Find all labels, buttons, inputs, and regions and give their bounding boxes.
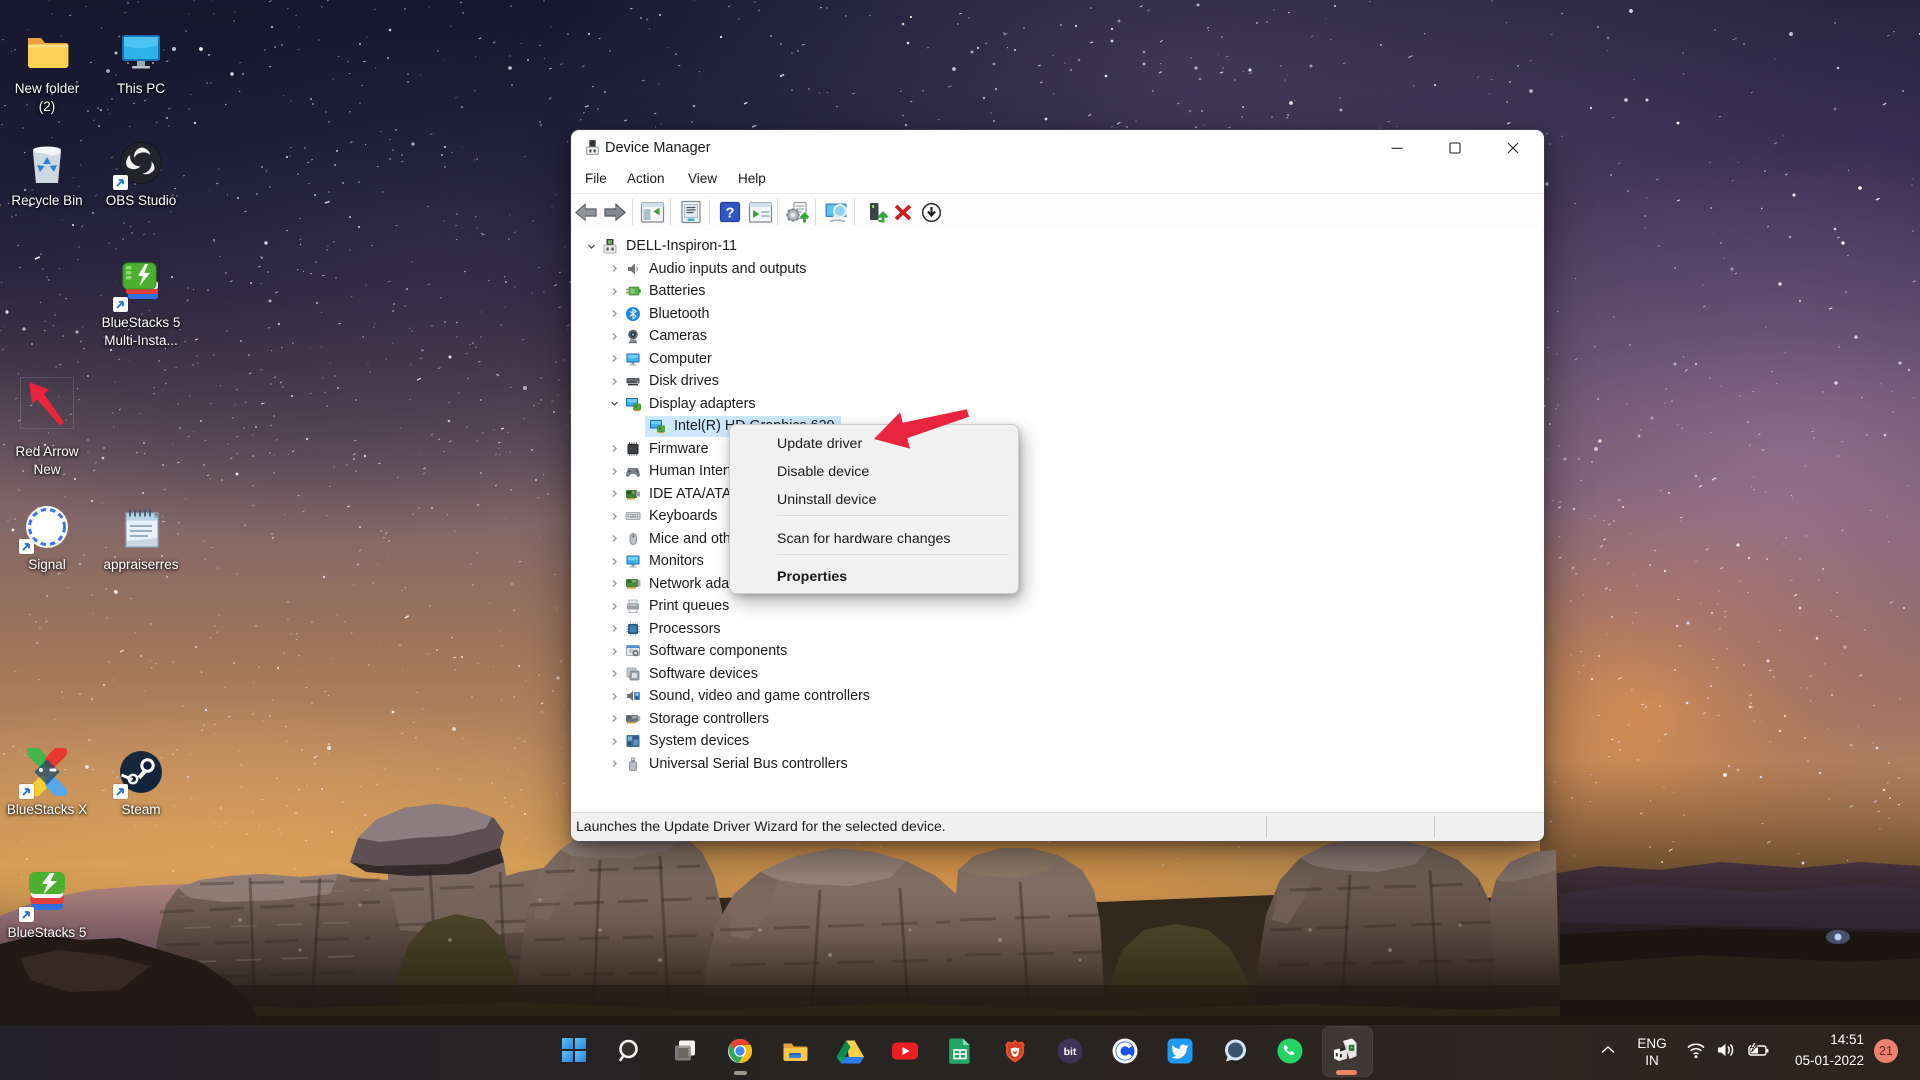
svg-text:?: ? [725, 205, 734, 222]
svg-text:bit: bit [1064, 1046, 1077, 1058]
